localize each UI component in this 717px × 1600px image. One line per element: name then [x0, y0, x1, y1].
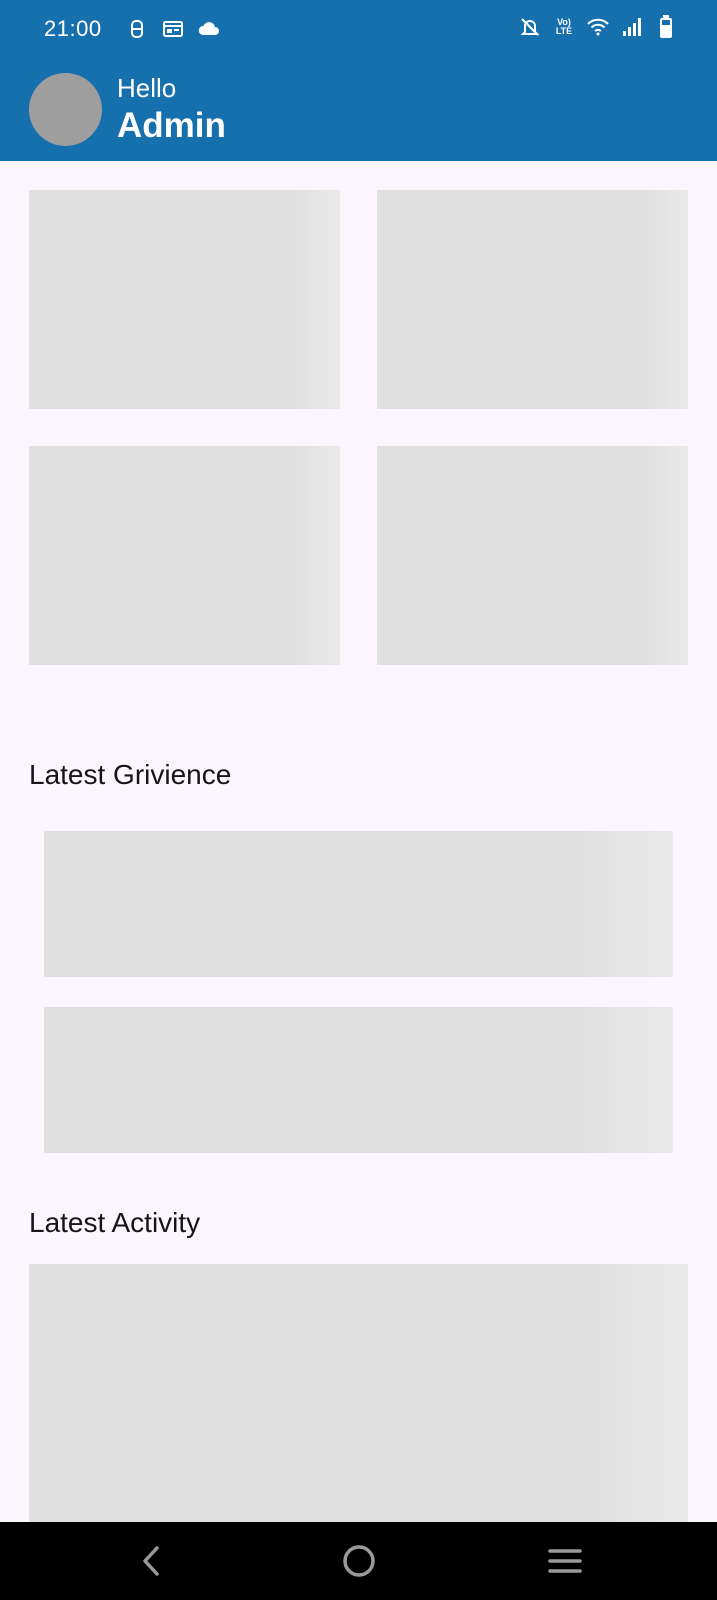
cloud-icon: [198, 18, 220, 40]
grievance-item-placeholder: [44, 831, 673, 977]
bell-off-icon: [519, 16, 541, 38]
calendar-icon: [162, 18, 184, 40]
home-icon[interactable]: [336, 1538, 382, 1584]
dashboard-card-placeholder: [377, 446, 688, 665]
dashboard-card-placeholder: [377, 190, 688, 409]
latest-grievance-title: Latest Grivience: [29, 759, 232, 790]
recents-icon[interactable]: [542, 1538, 588, 1584]
status-bar: 21:00 Vo) LTE: [0, 0, 717, 58]
system-nav-bar: [0, 1522, 717, 1600]
notification-icon: [126, 18, 148, 40]
wifi-icon: [587, 16, 609, 38]
latest-activity-title: Latest Activity: [29, 1207, 201, 1238]
dashboard-card-placeholder: [29, 446, 340, 665]
battery-icon: [655, 15, 677, 38]
signal-icon: [621, 16, 643, 38]
greeting-text: Hello: [117, 73, 177, 103]
back-icon[interactable]: [128, 1538, 174, 1584]
username-text: Admin: [117, 106, 226, 145]
dashboard-card-placeholder: [29, 190, 340, 409]
activity-placeholder: [29, 1264, 688, 1522]
status-time: 21:00: [44, 16, 102, 41]
app-header: 21:00 Vo) LTE Hello Admin: [0, 0, 717, 161]
grievance-item-placeholder: [44, 1007, 673, 1153]
volte-text-bottom: LTE: [555, 26, 573, 36]
avatar[interactable]: [29, 73, 102, 146]
volte-icon: Vo) LTE: [553, 16, 575, 38]
